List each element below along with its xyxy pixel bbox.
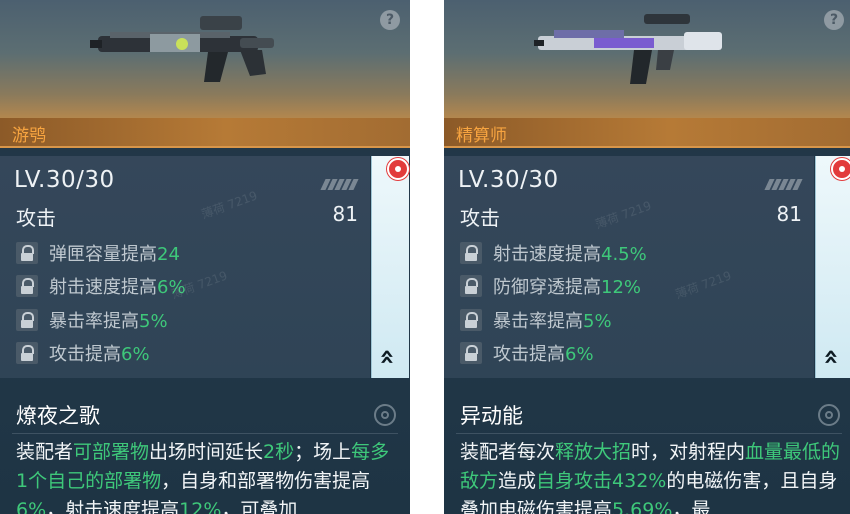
weapon-name: 精算师 (456, 126, 507, 146)
skill-highlight: 可部署物 (73, 441, 150, 463)
perk-label: 弹匣容量提高 (49, 244, 157, 265)
weapon-card-jingsuanshi[interactable]: ? 精算师 LV.30/30 攻击 81 射击速度提高4.5% 防御穿透提高12… (444, 0, 850, 514)
weapon-name: 游鸮 (12, 126, 46, 146)
skill-description: 装配者可部署物出场时间延长2秒；场上每多1个自己的部署物，自身和部署物伤害提高6… (16, 438, 401, 514)
perk-label: 暴击率提高 (493, 311, 583, 332)
record-dot-icon (387, 158, 409, 180)
skill-highlight: 5.69% (612, 499, 673, 514)
target-icon[interactable] (818, 404, 840, 426)
lock-icon (16, 275, 38, 297)
attack-label: 攻击 (16, 206, 56, 230)
perk-value: 4.5% (601, 244, 647, 265)
rifle-icon (534, 14, 722, 84)
skill-text: 造成 (498, 470, 537, 492)
level-text: LV.30/30 (458, 167, 559, 193)
perk-label: 暴击率提高 (49, 311, 139, 332)
stats-panel: LV.30/30 攻击 81 射击速度提高4.5% 防御穿透提高12% 暴击率提… (444, 156, 814, 378)
perk-value: 6% (121, 344, 150, 365)
attack-value: 81 (332, 202, 358, 226)
perk-label: 射击速度提高 (493, 244, 601, 265)
skill-highlight: 2秒 (263, 441, 295, 463)
watermark: 薄荷 7219 (199, 188, 260, 222)
record-dot-icon (831, 158, 850, 180)
skill-text: ，可叠加 (221, 499, 298, 514)
help-icon[interactable]: ? (824, 10, 844, 30)
skill-highlight: 12% (179, 499, 222, 514)
perk-label: 射击速度提高 (49, 277, 157, 298)
weapon-hero: ? (0, 0, 410, 118)
attack-value: 81 (776, 202, 802, 226)
skill-text: ，最 (672, 499, 711, 514)
collapse-panel[interactable]: » (371, 156, 409, 378)
lock-icon (460, 309, 482, 331)
perk-value: 24 (157, 244, 180, 265)
perk-value: 5% (583, 311, 612, 332)
lock-icon (16, 242, 38, 264)
skill-text: ，自身和部署物伤害提高 (161, 470, 371, 492)
skill-text: 装配者 (16, 441, 74, 463)
lock-icon (460, 342, 482, 364)
watermark: 薄荷 7219 (169, 268, 230, 302)
skill-text: ；场上 (294, 441, 352, 463)
lock-icon (460, 242, 482, 264)
lock-icon (16, 309, 38, 331)
level-text: LV.30/30 (14, 167, 115, 193)
perk-label: 攻击提高 (493, 344, 565, 365)
watermark: 薄荷 7219 (593, 198, 654, 232)
skill-title: 异动能 (460, 404, 523, 428)
skill-text: 装配者每次 (460, 441, 556, 463)
perk-value: 5% (139, 311, 168, 332)
help-icon[interactable]: ? (380, 10, 400, 30)
skill-highlight: 释放大招 (555, 441, 632, 463)
perk-value: 12% (601, 277, 642, 298)
skill-title: 燎夜之歌 (16, 404, 100, 428)
rarity-stripes (320, 175, 359, 194)
collapse-icon[interactable]: » (371, 349, 401, 366)
perk-label: 攻击提高 (49, 344, 121, 365)
skill-highlight: 6% (16, 499, 47, 514)
watermark: 薄荷 7219 (673, 268, 734, 302)
divider (456, 433, 842, 434)
rifle-icon (90, 16, 274, 82)
lock-icon (16, 342, 38, 364)
collapse-icon[interactable]: » (815, 349, 845, 366)
weapon-hero: ? (444, 0, 850, 118)
target-icon[interactable] (374, 404, 396, 426)
collapse-panel[interactable]: » (815, 156, 850, 378)
stats-panel: LV.30/30 攻击 81 弹匣容量提高24 射击速度提高 6% 暴击率提高5%… (0, 156, 370, 378)
lock-icon (460, 275, 482, 297)
skill-text: 出场时间延长 (149, 441, 264, 463)
rarity-stripes (764, 175, 803, 194)
weapon-card-youxiao[interactable]: ? 游鸮 LV.30/30 攻击 81 弹匣容量提高24 射击速度提高 6% 暴击… (0, 0, 410, 514)
divider (12, 433, 398, 434)
weapon-name-bar: 游鸮 (0, 118, 410, 148)
weapon-name-bar: 精算师 (444, 118, 850, 148)
perk-value: 6% (565, 344, 594, 365)
perk-label: 防御穿透提高 (493, 277, 601, 298)
skill-highlight: 自身攻击432% (536, 470, 667, 492)
skill-text: 时，对射程内 (631, 441, 746, 463)
skill-description: 装配者每次释放大招时，对射程内血量最低的敌方造成自身攻击432%的电磁伤害，且自… (460, 438, 845, 514)
attack-label: 攻击 (460, 206, 500, 230)
skill-text: ，射击速度提高 (46, 499, 180, 514)
